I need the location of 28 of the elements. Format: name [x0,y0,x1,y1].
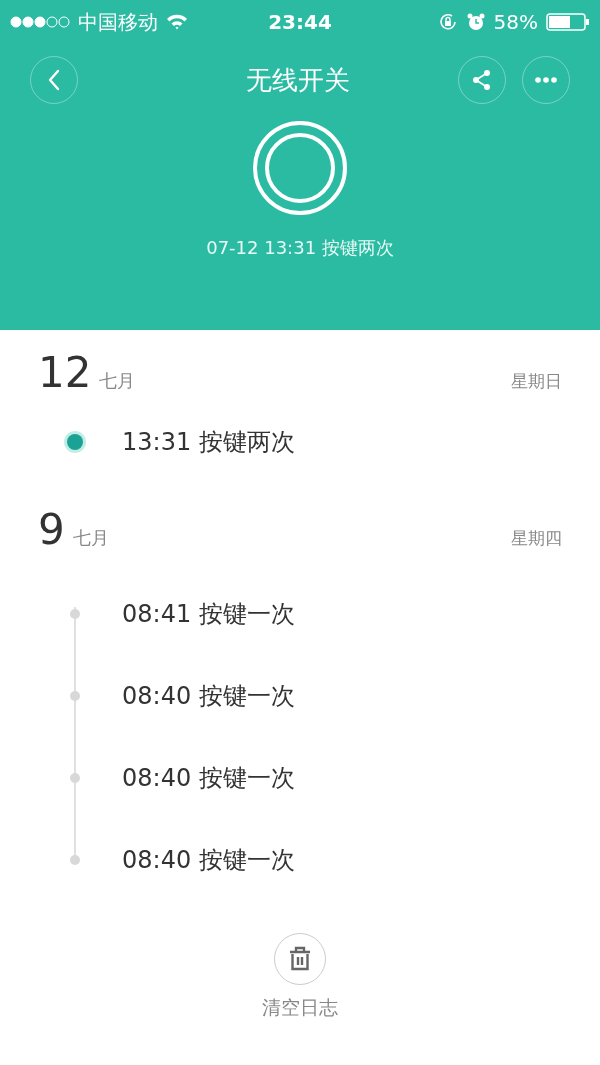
clear-log-button[interactable] [274,933,326,985]
month-label: 七月 [99,369,136,393]
event-text: 08:40 按键一次 [122,763,295,794]
signal-icon [10,16,70,28]
event-text: 08:40 按键一次 [122,845,295,876]
month-label: 七月 [72,526,109,550]
switch-ring-icon [252,120,348,216]
chevron-left-icon [47,69,61,91]
battery-icon [546,13,590,31]
trash-icon [288,946,312,972]
clock-time: 23:44 [268,10,332,34]
day-number: 12 [38,348,92,397]
event-text: 08:41 按键一次 [122,599,295,630]
weekday-label: 星期日 [511,370,562,393]
weekday-label: 星期四 [511,527,562,550]
wifi-icon [166,14,188,30]
event-text: 13:31 按键两次 [122,427,295,458]
alarm-icon [465,12,486,32]
battery-percentage: 58% [493,10,538,34]
clear-log-label: 清空日志 [262,995,338,1020]
page-title: 无线开关 [246,63,350,97]
day-number: 9 [38,505,65,554]
last-event-text: 07-12 13:31 按键两次 [206,236,394,260]
rotation-lock-icon [437,12,458,32]
share-icon [471,69,493,91]
event-text: 08:40 按键一次 [122,681,295,712]
carrier-name: 中国移动 [78,8,158,36]
more-icon [535,77,557,83]
